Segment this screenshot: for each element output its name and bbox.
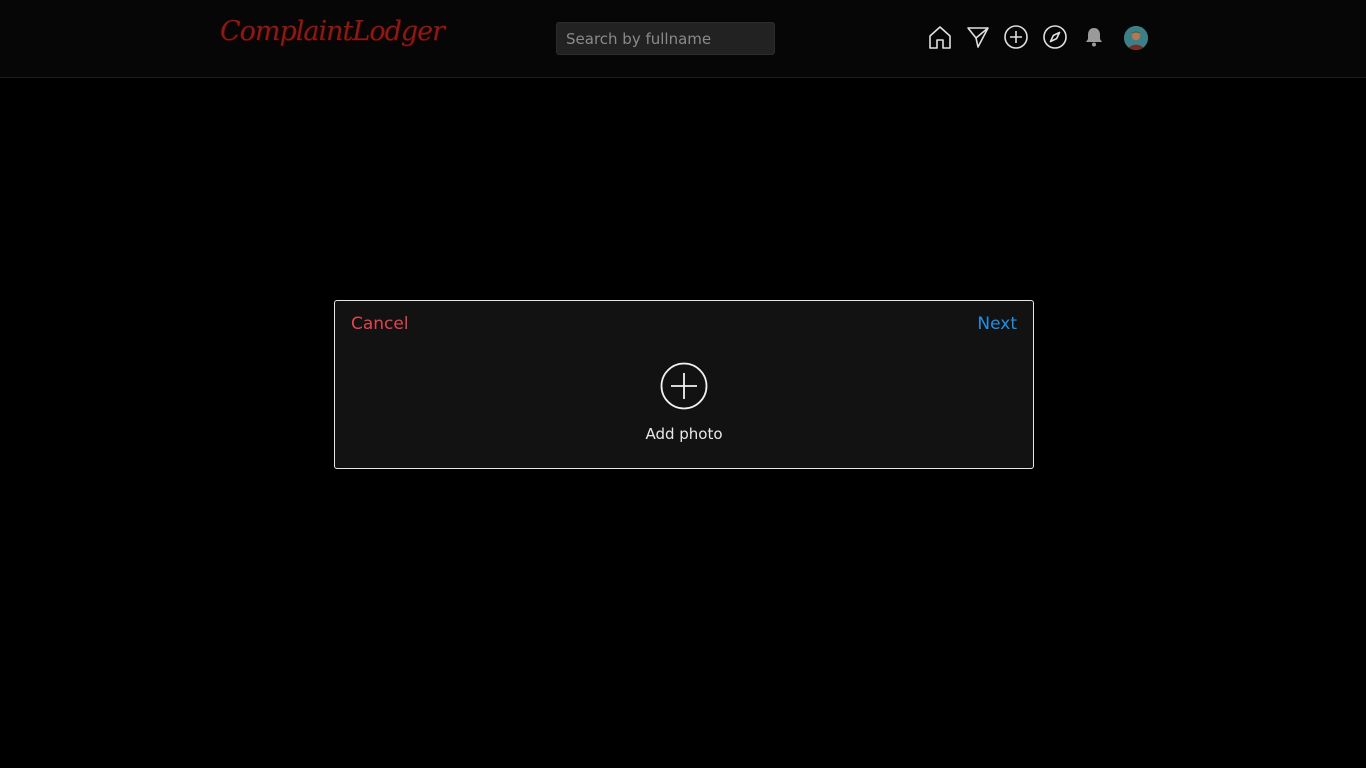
- top-navbar: ComplaintLodger: [0, 0, 1366, 78]
- explore-icon[interactable]: [1042, 24, 1068, 50]
- next-button[interactable]: Next: [977, 314, 1017, 334]
- home-icon[interactable]: [927, 24, 953, 50]
- app-logo[interactable]: ComplaintLodger: [220, 16, 445, 47]
- notifications-icon[interactable]: [1081, 24, 1107, 50]
- add-post-icon[interactable]: [1003, 24, 1029, 50]
- cancel-button[interactable]: Cancel: [351, 314, 409, 334]
- search-input[interactable]: [556, 22, 775, 55]
- add-photo-label: Add photo: [645, 425, 723, 443]
- add-photo-button[interactable]: Add photo: [335, 362, 1033, 443]
- send-icon[interactable]: [965, 24, 991, 50]
- add-circle-icon[interactable]: [660, 362, 708, 414]
- profile-avatar[interactable]: [1124, 26, 1148, 50]
- create-post-modal: Cancel Next Add photo: [334, 300, 1034, 469]
